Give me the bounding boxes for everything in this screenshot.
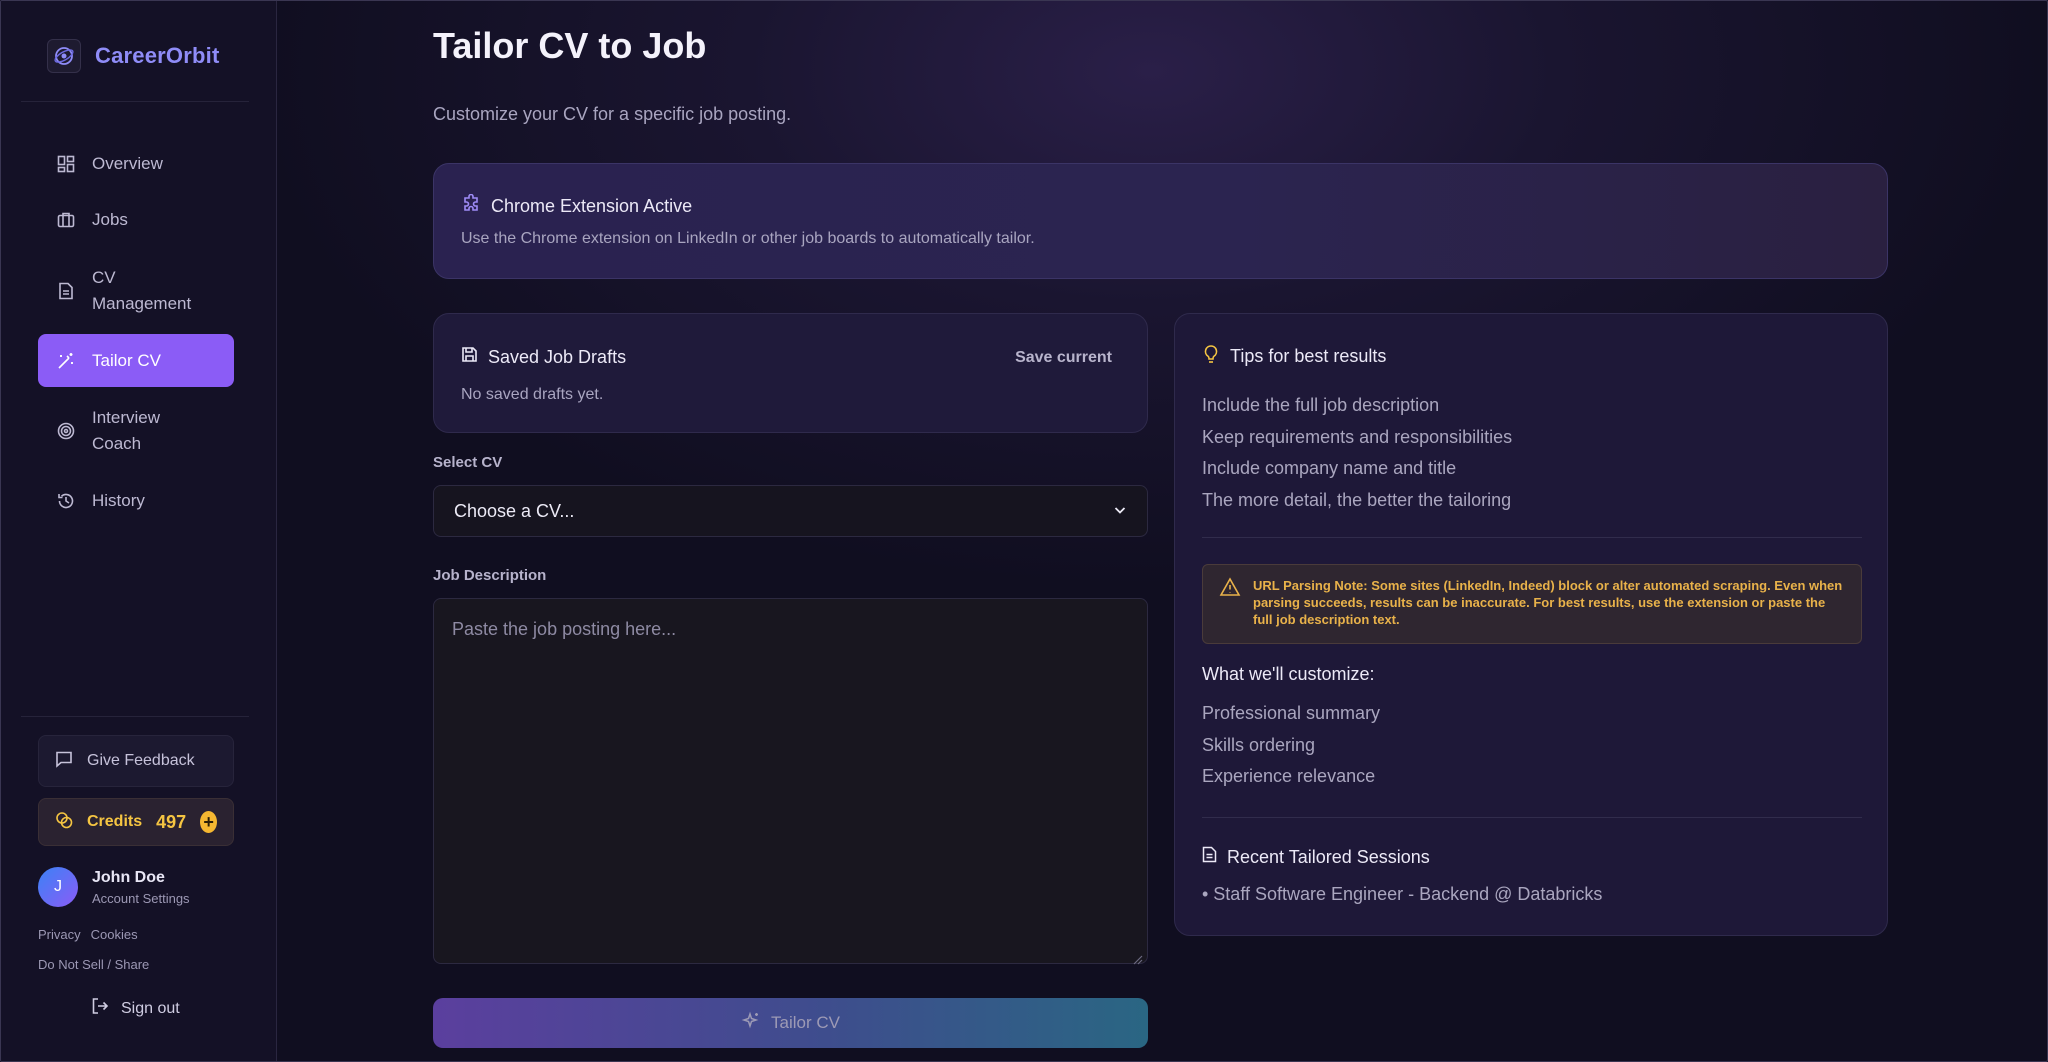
briefcase-icon (56, 207, 76, 233)
feedback-label: Give Feedback (87, 752, 195, 769)
document-icon (1202, 846, 1217, 868)
history-icon (56, 488, 76, 514)
user-name: John Doe (92, 868, 165, 886)
add-credits-icon[interactable]: + (200, 811, 217, 833)
tips-list: Include the full job description Keep re… (1202, 390, 1512, 516)
sidebar-item-tailor-cv[interactable]: Tailor CV (38, 334, 234, 387)
sidebar-item-label: History (92, 491, 145, 510)
sidebar-item-history[interactable]: History (38, 488, 234, 514)
coins-icon (55, 811, 73, 834)
divider (21, 101, 249, 102)
list-item: Include the full job description (1202, 395, 1440, 415)
sidebar-item-interview-coach[interactable]: Interview Coach (38, 405, 234, 457)
brand-name: CareerOrbit (95, 43, 220, 68)
chevron-down-icon (1113, 501, 1127, 522)
save-icon (461, 346, 478, 368)
job-description-label: Job Description (433, 567, 547, 584)
sidebar-item-label: CV Management (92, 268, 192, 313)
list-item: Skills ordering (1202, 734, 1316, 755)
document-icon (56, 265, 76, 317)
drafts-title: Saved Job Drafts (488, 346, 627, 367)
recent-sessions-title: Recent Tailored Sessions (1227, 846, 1430, 867)
privacy-link[interactable]: Privacy (38, 927, 81, 942)
sign-out-label: Sign out (121, 999, 180, 1017)
drafts-empty-message: No saved drafts yet. (461, 386, 604, 403)
resize-handle-icon[interactable] (1133, 949, 1143, 965)
list-item: Include company name and title (1202, 458, 1457, 478)
credits-label: Credits (87, 813, 143, 830)
list-item: Experience relevance (1202, 766, 1376, 786)
customize-list: Professional summary Skills ordering Exp… (1202, 698, 1380, 793)
warning-icon (1219, 577, 1241, 631)
tailor-cv-button[interactable]: Tailor CV (433, 998, 1148, 1048)
divider (1202, 537, 1862, 538)
app-window: CareerOrbit Overview Jobs CV Management … (0, 0, 2048, 1062)
sign-out-button[interactable]: Sign out (91, 997, 180, 1020)
cv-select[interactable]: Choose a CV... (433, 485, 1148, 537)
brand[interactable]: CareerOrbit (47, 39, 219, 73)
extension-status-card: Chrome Extension Active Use the Chrome e… (433, 163, 1888, 279)
cv-select-value: Choose a CV... (454, 500, 575, 521)
tips-title: Tips for best results (1230, 346, 1387, 366)
cookies-link[interactable]: Cookies (91, 927, 138, 942)
page-subtitle: Customize your CV for a specific job pos… (433, 104, 792, 124)
divider (1202, 817, 1862, 818)
recent-sessions-header: Recent Tailored Sessions (1202, 846, 1430, 868)
url-parsing-warning: URL Parsing Note: Some sites (LinkedIn, … (1202, 564, 1862, 644)
extension-description: Use the Chrome extension on LinkedIn or … (461, 230, 1035, 247)
list-item: The more detail, the better the tailorin… (1202, 489, 1512, 510)
sidebar-item-label: Interview Coach (92, 408, 161, 453)
avatar: J (38, 867, 78, 907)
magic-wand-icon (56, 351, 76, 371)
credits-count: 497 (156, 811, 187, 832)
tailor-cv-label: Tailor CV (771, 1013, 840, 1032)
target-icon (56, 405, 76, 457)
page-title: Tailor CV to Job (433, 25, 707, 66)
credits-button[interactable]: Credits 497 + (38, 798, 234, 846)
list-item: Professional summary (1202, 703, 1381, 723)
user-profile[interactable]: J John Doe Account Settings (38, 867, 190, 907)
sidebar: CareerOrbit Overview Jobs CV Management … (1, 1, 277, 1061)
sidebar-item-label: Jobs (92, 210, 128, 229)
give-feedback-button[interactable]: Give Feedback (38, 735, 234, 787)
sidebar-item-label: Overview (92, 154, 163, 173)
legal-links: Do Not Sell / Share (38, 957, 159, 972)
divider (21, 716, 249, 717)
sidebar-item-cv-management[interactable]: CV Management (38, 265, 234, 317)
sidebar-item-overview[interactable]: Overview (38, 151, 234, 177)
list-item: Keep requirements and responsibilities (1202, 426, 1513, 447)
sidebar-item-jobs[interactable]: Jobs (38, 207, 234, 233)
dashboard-grid-icon (56, 151, 76, 177)
job-description-textarea[interactable]: Paste the job posting here... (433, 598, 1148, 965)
lightbulb-icon (1202, 344, 1220, 369)
orbit-icon (47, 39, 81, 73)
do-not-sell-link[interactable]: Do Not Sell / Share (38, 957, 149, 972)
message-icon (55, 750, 73, 773)
puzzle-icon (461, 193, 481, 219)
customize-title: What we'll customize: (1202, 664, 1375, 684)
warning-text: URL Parsing Note: Some sites (LinkedIn, … (1253, 578, 1843, 627)
extension-title: Chrome Extension Active (491, 196, 693, 216)
job-description-placeholder: Paste the job posting here... (452, 619, 677, 639)
recent-session-item[interactable]: • Staff Software Engineer - Backend @ Da… (1202, 884, 1602, 905)
sidebar-item-label: Tailor CV (92, 350, 161, 370)
tips-card: Tips for best results Include the full j… (1174, 313, 1888, 936)
sparkles-icon (741, 1011, 761, 1036)
account-settings-link[interactable]: Account Settings (92, 891, 190, 906)
save-current-button[interactable]: Save current (1015, 349, 1112, 367)
legal-links: Privacy Cookies (38, 927, 148, 942)
select-cv-label: Select CV (433, 454, 503, 471)
saved-drafts-card: Saved Job Drafts Save current No saved d… (433, 313, 1148, 433)
sign-out-icon (91, 997, 109, 1020)
